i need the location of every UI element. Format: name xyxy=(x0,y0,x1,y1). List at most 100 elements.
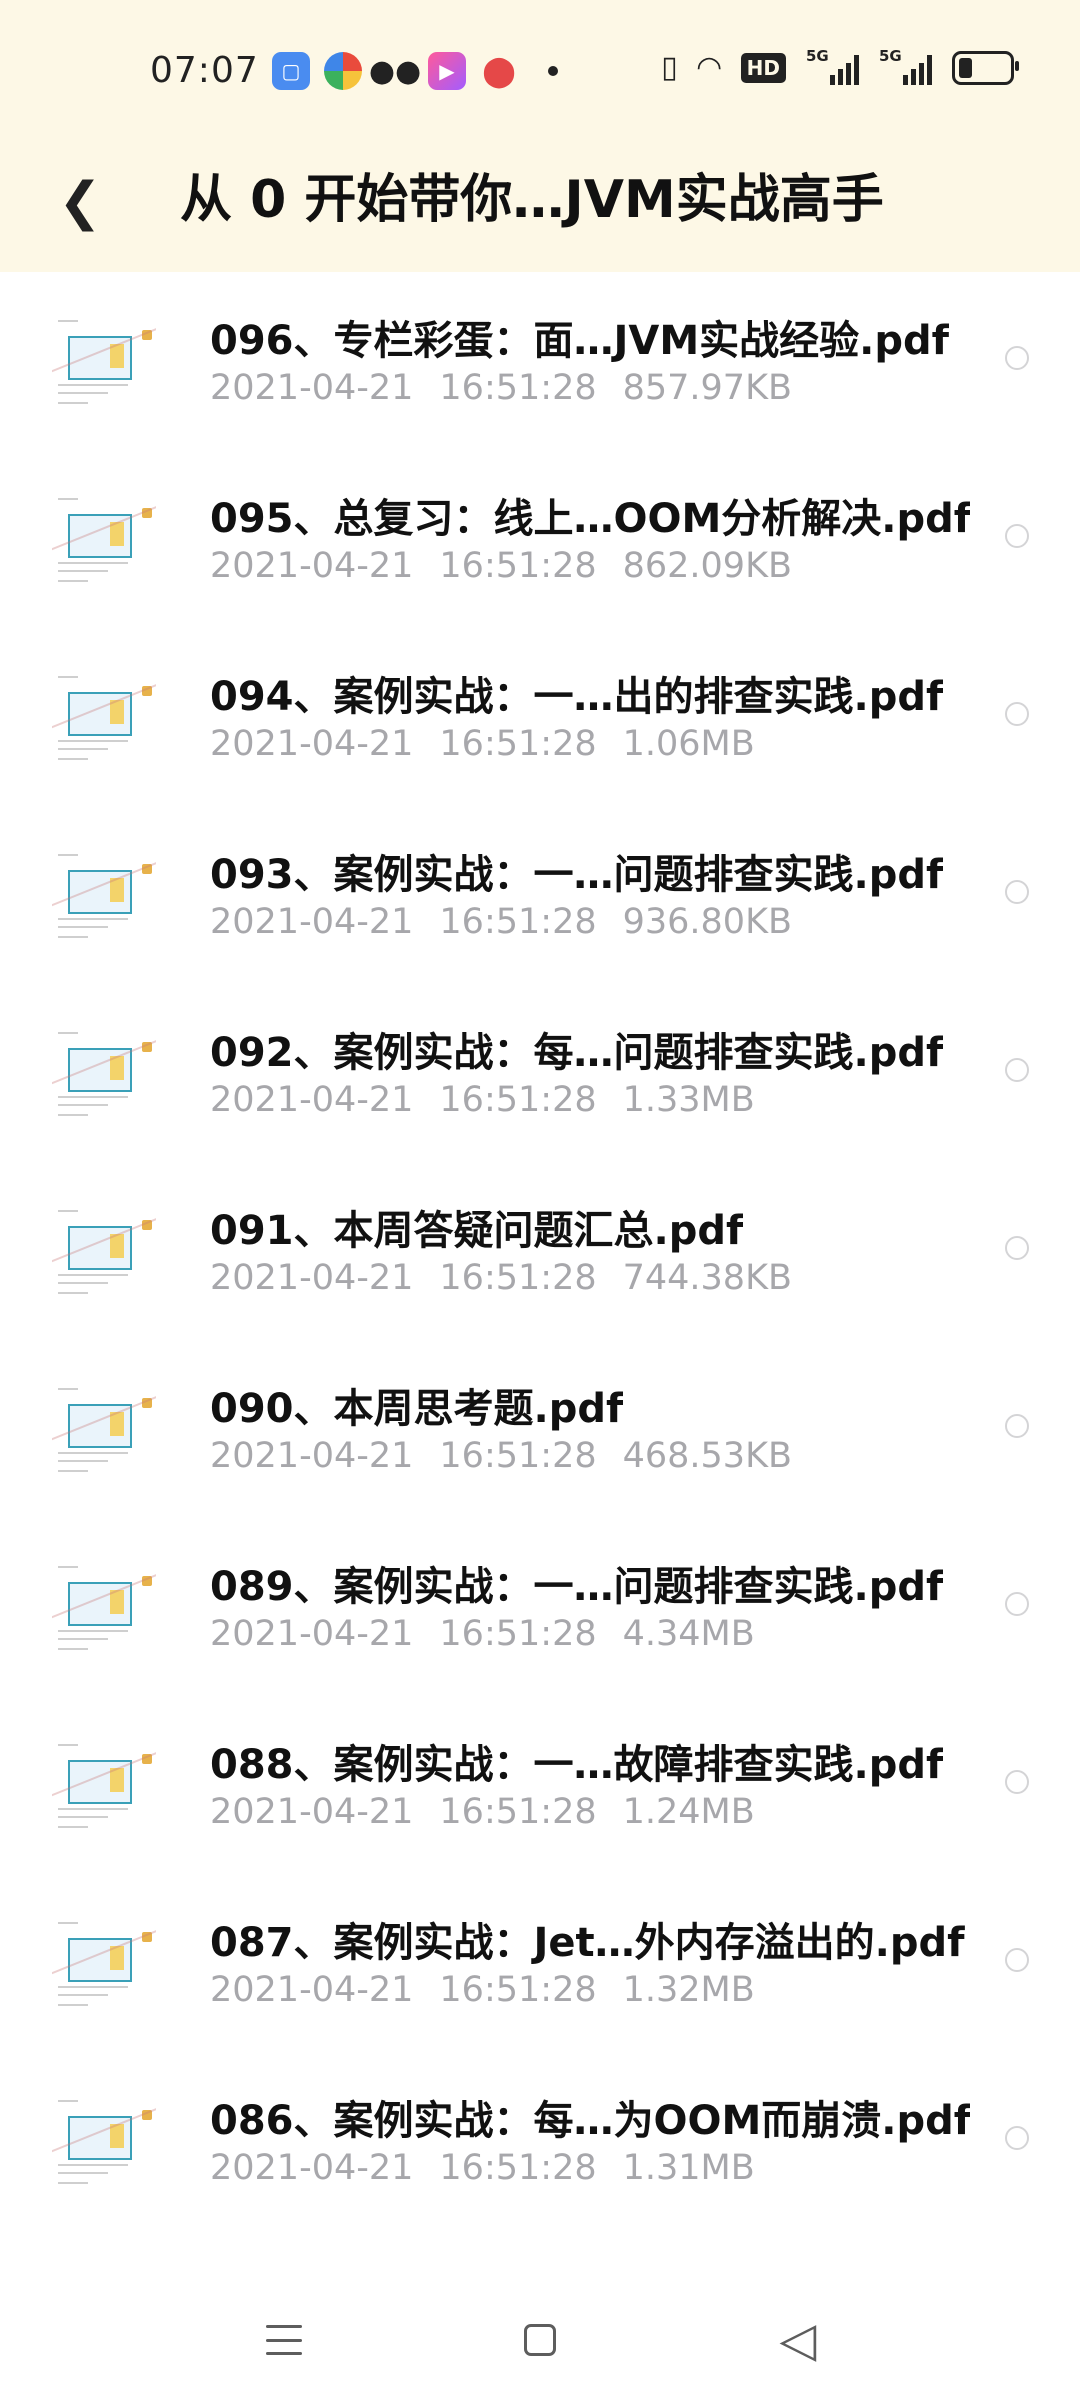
home-icon[interactable] xyxy=(500,2300,580,2380)
file-date: 2021-04-21 xyxy=(210,1792,414,1832)
file-row[interactable]: 088、案例实战：一…故障排查实践.pdf 2021-04-21 16:51:28 1… xyxy=(0,1696,1080,1874)
file-date: 2021-04-21 xyxy=(210,1258,414,1298)
file-name: 092、案例实战：每…问题排查实践.pdf xyxy=(210,1030,944,1076)
select-radio[interactable] xyxy=(1005,1592,1029,1616)
status-bar: 07:07 ▢ ●● ▶ ⬤ ▯ ◠ HD 5G 5G xyxy=(0,0,1080,140)
file-meta: 2021-04-21 16:51:28 468.53KB xyxy=(210,1436,792,1476)
pdf-thumbnail xyxy=(52,1024,156,1124)
file-time: 16:51:28 xyxy=(439,1970,597,2010)
back-triangle-icon[interactable]: ◁ xyxy=(758,2300,838,2380)
file-meta: 2021-04-21 16:51:28 1.33MB xyxy=(210,1080,755,1120)
file-row[interactable]: 091、本周答疑问题汇总.pdf 2021-04-21 16:51:28 744.38… xyxy=(0,1162,1080,1340)
system-nav-bar: ◁ xyxy=(0,2270,1080,2400)
wifi-icon: ◠ xyxy=(697,50,721,85)
file-date: 2021-04-21 xyxy=(210,1080,414,1120)
pdf-thumbnail xyxy=(52,668,156,768)
file-size: 744.38KB xyxy=(622,1258,793,1298)
signal-2-icon: 5G xyxy=(879,47,932,85)
file-meta: 2021-04-21 16:51:28 744.38KB xyxy=(210,1258,792,1298)
file-size: 1.24MB xyxy=(622,1792,755,1832)
file-row[interactable]: 090、本周思考题.pdf 2021-04-21 16:51:28 468.53KB xyxy=(0,1340,1080,1518)
file-date: 2021-04-21 xyxy=(210,724,414,764)
pdf-thumbnail xyxy=(52,846,156,946)
file-time: 16:51:28 xyxy=(439,2148,597,2188)
file-time: 16:51:28 xyxy=(439,1436,597,1476)
file-row[interactable]: 092、案例实战：每…问题排查实践.pdf 2021-04-21 16:51:28 1… xyxy=(0,984,1080,1162)
file-time: 16:51:28 xyxy=(439,902,597,942)
file-row[interactable]: 087、案例实战：Jet…外内存溢出的.pdf 2021-04-21 16:51:2… xyxy=(0,1874,1080,2052)
file-meta: 2021-04-21 16:51:28 1.24MB xyxy=(210,1792,755,1832)
file-row[interactable]: 096、专栏彩蛋：面…JVM实战经验.pdf 2021-04-21 16:51:28… xyxy=(0,272,1080,450)
file-size: 1.33MB xyxy=(622,1080,755,1120)
file-size: 936.80KB xyxy=(622,902,793,942)
select-radio[interactable] xyxy=(1005,1058,1029,1082)
file-time: 16:51:28 xyxy=(439,1258,597,1298)
hd-voice-icon: HD xyxy=(740,52,786,83)
pdf-thumbnail xyxy=(52,1380,156,1480)
file-row[interactable]: 094、案例实战：一…出的排查实践.pdf 2021-04-21 16:51:28 1… xyxy=(0,628,1080,806)
pdf-thumbnail xyxy=(52,1736,156,1836)
file-name: 086、案例实战：每…为OOM而崩溃.pdf xyxy=(210,2098,970,2144)
file-date: 2021-04-21 xyxy=(210,902,414,942)
file-name: 095、总复习：线上…OOM分析解决.pdf xyxy=(210,496,970,542)
file-name: 088、案例实战：一…故障排查实践.pdf xyxy=(210,1742,944,1788)
file-meta: 2021-04-21 16:51:28 4.34MB xyxy=(210,1614,755,1654)
pdf-thumbnail xyxy=(52,490,156,590)
back-icon[interactable]: ❮ xyxy=(40,162,120,242)
app-icon: ▢ xyxy=(272,52,310,90)
file-meta: 2021-04-21 16:51:28 1.31MB xyxy=(210,2148,755,2188)
file-date: 2021-04-21 xyxy=(210,546,414,586)
battery-level xyxy=(959,57,972,78)
file-size: 862.09KB xyxy=(622,546,793,586)
wechat-icon: ●● xyxy=(368,53,422,89)
file-time: 16:51:28 xyxy=(439,546,597,586)
more-notifications-dot xyxy=(548,66,558,76)
signal-1-icon: 5G xyxy=(806,47,859,85)
file-size: 4.34MB xyxy=(622,1614,755,1654)
file-row[interactable]: 086、案例实战：每…为OOM而崩溃.pdf 2021-04-21 16:51:28… xyxy=(0,2052,1080,2230)
file-row[interactable]: 089、案例实战：一…问题排查实践.pdf 2021-04-21 16:51:28 4… xyxy=(0,1518,1080,1696)
file-name: 087、案例实战：Jet…外内存溢出的.pdf xyxy=(210,1920,965,1966)
file-date: 2021-04-21 xyxy=(210,368,414,408)
file-meta: 2021-04-21 16:51:28 862.09KB xyxy=(210,546,792,586)
file-name: 091、本周答疑问题汇总.pdf xyxy=(210,1208,744,1254)
file-list: 096、专栏彩蛋：面…JVM实战经验.pdf 2021-04-21 16:51:28… xyxy=(0,272,1080,2230)
select-radio[interactable] xyxy=(1005,346,1029,370)
file-size: 1.31MB xyxy=(622,2148,755,2188)
file-time: 16:51:28 xyxy=(439,724,597,764)
select-radio[interactable] xyxy=(1005,1236,1029,1260)
file-date: 2021-04-21 xyxy=(210,1436,414,1476)
pdf-thumbnail xyxy=(52,1914,156,2014)
file-size: 857.97KB xyxy=(622,368,793,408)
select-radio[interactable] xyxy=(1005,702,1029,726)
file-time: 16:51:28 xyxy=(439,1614,597,1654)
file-time: 16:51:28 xyxy=(439,1792,597,1832)
battery-icon xyxy=(952,50,1019,85)
file-size: 1.06MB xyxy=(622,724,755,764)
page-title: 从 0 开始带你…JVM实战高手 xyxy=(180,170,884,230)
select-radio[interactable] xyxy=(1005,1770,1029,1794)
file-size: 468.53KB xyxy=(622,1436,793,1476)
file-date: 2021-04-21 xyxy=(210,2148,414,2188)
file-name: 089、案例实战：一…问题排查实践.pdf xyxy=(210,1564,944,1610)
file-name: 093、案例实战：一…问题排查实践.pdf xyxy=(210,852,944,898)
location-icon: ⬤ xyxy=(482,53,516,89)
file-time: 16:51:28 xyxy=(439,368,597,408)
select-radio[interactable] xyxy=(1005,1948,1029,1972)
video-app-icon: ▶ xyxy=(428,52,466,90)
pdf-thumbnail xyxy=(52,2092,156,2192)
system-icons: ▯ ◠ HD 5G 5G xyxy=(661,47,1019,85)
top-area: 07:07 ▢ ●● ▶ ⬤ ▯ ◠ HD 5G 5G ❮ 从 0 开始带你…J… xyxy=(0,0,1080,272)
select-radio[interactable] xyxy=(1005,524,1029,548)
title-bar: ❮ 从 0 开始带你…JVM实战高手 xyxy=(0,140,1080,272)
select-radio[interactable] xyxy=(1005,1414,1029,1438)
select-radio[interactable] xyxy=(1005,2126,1029,2150)
file-row[interactable]: 093、案例实战：一…问题排查实践.pdf 2021-04-21 16:51:28 9… xyxy=(0,806,1080,984)
file-name: 094、案例实战：一…出的排查实践.pdf xyxy=(210,674,944,720)
file-date: 2021-04-21 xyxy=(210,1614,414,1654)
file-meta: 2021-04-21 16:51:28 1.06MB xyxy=(210,724,755,764)
menu-icon[interactable] xyxy=(244,2300,324,2380)
file-row[interactable]: 095、总复习：线上…OOM分析解决.pdf 2021-04-21 16:51:28… xyxy=(0,450,1080,628)
select-radio[interactable] xyxy=(1005,880,1029,904)
file-meta: 2021-04-21 16:51:28 857.97KB xyxy=(210,368,792,408)
